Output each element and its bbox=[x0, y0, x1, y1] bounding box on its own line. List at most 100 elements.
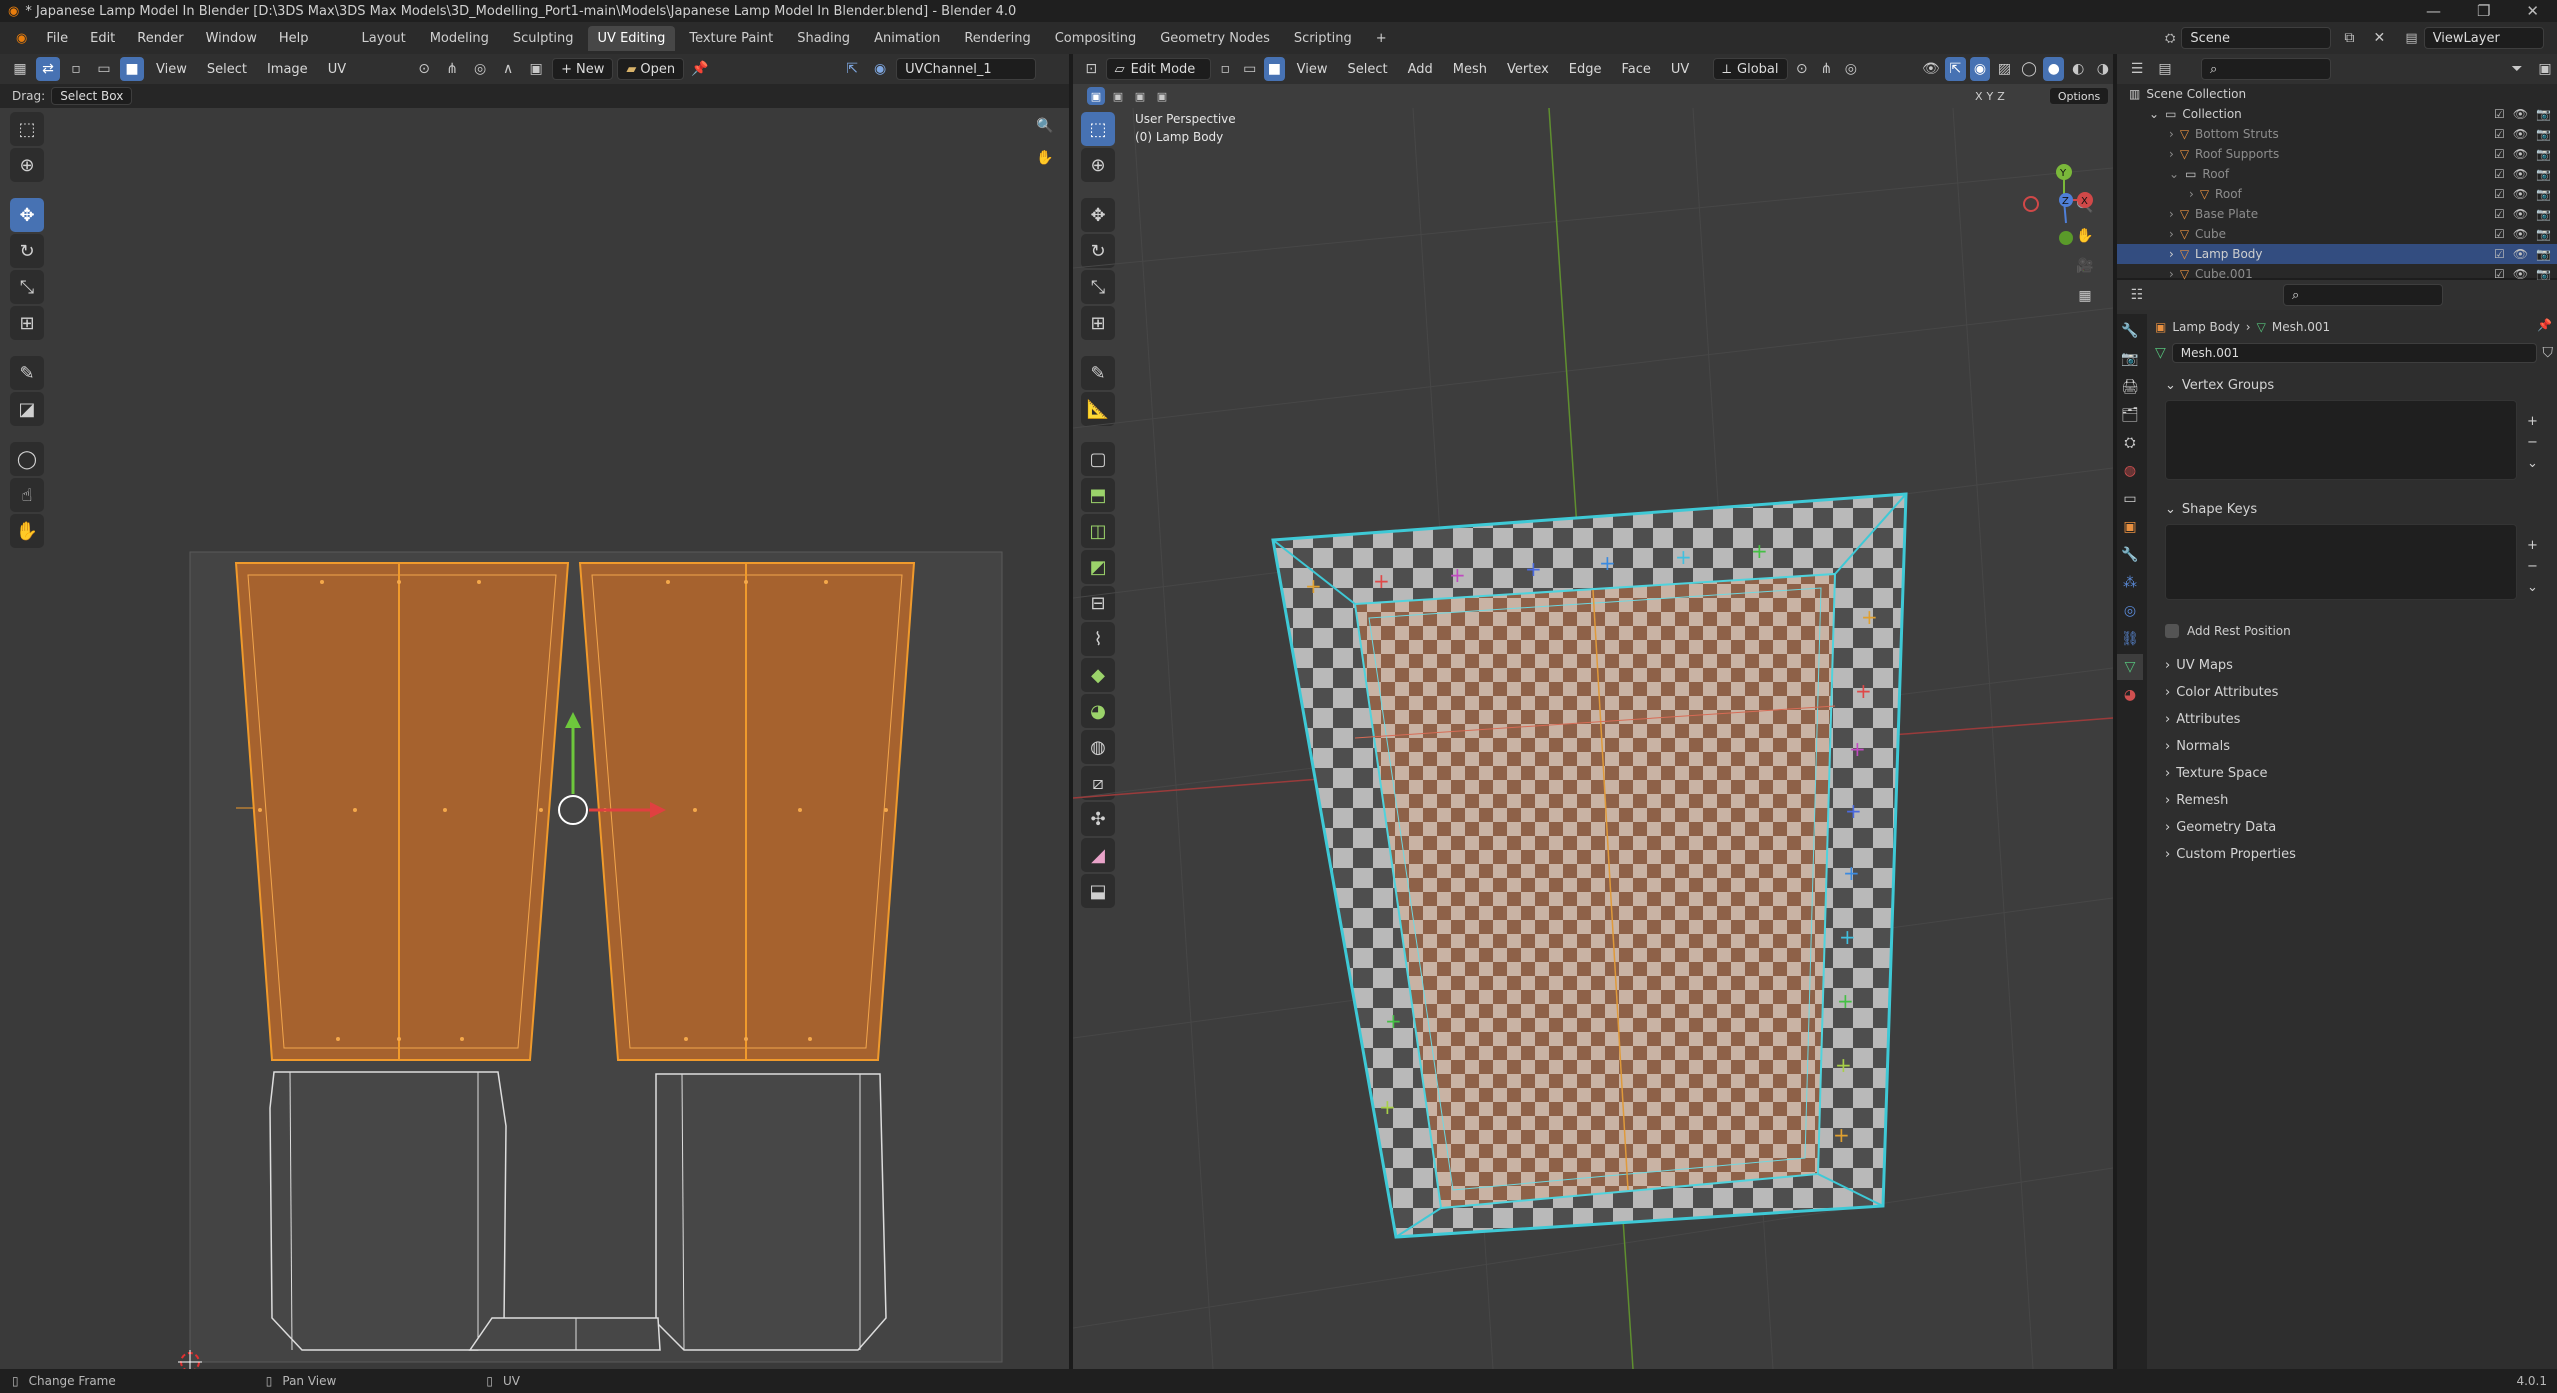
eye-icon[interactable]: 👁 bbox=[2513, 207, 2528, 221]
editor-type-icon[interactable]: ▦ bbox=[8, 57, 32, 81]
vp-menu-vertex[interactable]: Vertex bbox=[1499, 59, 1557, 80]
drag-mode-select[interactable]: Select Box bbox=[51, 87, 133, 105]
vp-menu-uv[interactable]: UV bbox=[1663, 59, 1697, 80]
tab-modeling[interactable]: Modeling bbox=[420, 26, 499, 51]
minimize-button[interactable]: — bbox=[2426, 2, 2441, 20]
expand-arrow-icon[interactable]: › bbox=[2169, 207, 2174, 221]
properties-panel-header[interactable]: › Remesh bbox=[2155, 787, 2553, 814]
vp-menu-view[interactable]: View bbox=[1289, 59, 1336, 80]
uv-menu-select[interactable]: Select bbox=[199, 59, 255, 80]
material-shading-icon[interactable]: ◐ bbox=[2068, 57, 2089, 81]
uv-island-unselected-right[interactable] bbox=[655, 1073, 887, 1351]
gizmo-icon[interactable]: ⇱ bbox=[1945, 57, 1966, 81]
render-shading-icon[interactable]: ◑ bbox=[2093, 57, 2113, 81]
physics-tab-icon[interactable]: ◎ bbox=[2117, 598, 2143, 624]
collection-tab-icon[interactable]: ▭ bbox=[2117, 486, 2143, 512]
expand-arrow-icon[interactable]: › bbox=[2189, 187, 2194, 201]
expand-arrow-icon[interactable]: › bbox=[2169, 247, 2174, 261]
shape-keys-list[interactable] bbox=[2165, 524, 2517, 600]
tab-compositing[interactable]: Compositing bbox=[1045, 26, 1147, 51]
object-tab-icon[interactable]: ▣ bbox=[2117, 514, 2143, 540]
view-layer-field[interactable]: ViewLayer bbox=[2423, 27, 2544, 49]
outliner-row[interactable]: › ▽ Bottom Struts ☑ 👁 📷 bbox=[2117, 124, 2557, 144]
particles-tab-icon[interactable]: ⁂ bbox=[2117, 570, 2143, 596]
uv-menu-uv[interactable]: UV bbox=[320, 59, 354, 80]
outliner-search[interactable]: ⌕ bbox=[2201, 58, 2331, 80]
uv-island-selected-left[interactable] bbox=[234, 562, 570, 1061]
tab-sculpting[interactable]: Sculpting bbox=[503, 26, 584, 51]
viewport-scene[interactable]: + + + + + + + + + + + + + + + + + + Y X Z bbox=[1073, 108, 2113, 1369]
close-button[interactable]: ✕ bbox=[2526, 2, 2539, 20]
properties-panel-header[interactable]: › UV Maps bbox=[2155, 652, 2553, 679]
vertex-group-specials-icon[interactable]: ⌄ bbox=[2527, 456, 2538, 471]
camera-icon[interactable]: 📷 bbox=[2536, 267, 2551, 281]
output-tab-icon[interactable]: 🖨 bbox=[2117, 374, 2143, 400]
tab-rendering[interactable]: Rendering bbox=[954, 26, 1040, 51]
eye-icon[interactable]: 👁 bbox=[2513, 227, 2528, 241]
maximize-button[interactable]: ❐ bbox=[2477, 2, 2490, 20]
exclude-checkbox-icon[interactable]: ☑ bbox=[2494, 187, 2505, 201]
menu-file[interactable]: File bbox=[37, 27, 77, 50]
remove-shape-key-button[interactable]: − bbox=[2527, 559, 2538, 574]
open-image-button[interactable]: ▰ Open bbox=[617, 58, 685, 80]
navigation-gizmo[interactable]: Y X Z bbox=[2023, 164, 2093, 245]
select-subtract-icon[interactable]: ▣ bbox=[1131, 87, 1149, 105]
view-layer-tab-icon[interactable]: 🗂 bbox=[2117, 402, 2143, 428]
vp-menu-select[interactable]: Select bbox=[1339, 59, 1395, 80]
properties-search[interactable]: ⌕ bbox=[2283, 284, 2443, 306]
outliner-row[interactable]: › ▽ Cube ☑ 👁 📷 bbox=[2117, 224, 2557, 244]
vertex-groups-list[interactable] bbox=[2165, 400, 2517, 480]
eye-icon[interactable]: 👁 bbox=[2513, 267, 2528, 281]
eye-icon[interactable]: 👁 bbox=[2513, 187, 2528, 201]
expand-arrow-icon[interactable]: › bbox=[2169, 127, 2174, 141]
vertex-groups-panel-header[interactable]: ⌄ Vertex Groups bbox=[2155, 372, 2553, 399]
uv-island-unselected-left[interactable] bbox=[269, 1071, 507, 1351]
proportional-icon[interactable]: ◎ bbox=[1841, 57, 1862, 81]
face-select-icon[interactable]: ■ bbox=[120, 57, 144, 81]
outliner-row[interactable]: › ▽ Base Plate ☑ 👁 📷 bbox=[2117, 204, 2557, 224]
vp-menu-face[interactable]: Face bbox=[1614, 59, 1659, 80]
camera-icon[interactable]: 📷 bbox=[2536, 127, 2551, 141]
outliner-row[interactable]: › ▽ Roof ☑ 👁 📷 bbox=[2117, 184, 2557, 204]
expand-arrow-icon[interactable]: › bbox=[2169, 147, 2174, 161]
mirror-y-button[interactable]: Y bbox=[1987, 90, 1994, 103]
exclude-checkbox-icon[interactable]: ☑ bbox=[2494, 227, 2505, 241]
falloff-icon[interactable]: ∧ bbox=[496, 57, 520, 81]
new-scene-icon[interactable]: ⧉ bbox=[2337, 26, 2361, 50]
shape-keys-panel-header[interactable]: ⌄ Shape Keys bbox=[2155, 496, 2553, 523]
add-workspace-button[interactable]: + bbox=[1366, 26, 1397, 51]
mesh-browse-icon[interactable]: ▽ bbox=[2155, 345, 2166, 361]
camera-icon[interactable]: 📷 bbox=[2536, 107, 2551, 121]
exclude-checkbox-icon[interactable]: ☑ bbox=[2494, 167, 2505, 181]
vp-menu-mesh[interactable]: Mesh bbox=[1445, 59, 1495, 80]
tab-uv-editing[interactable]: UV Editing bbox=[587, 25, 676, 51]
modifier-tab-icon[interactable]: 🔧 bbox=[2117, 542, 2143, 568]
eye-icon[interactable]: 👁 bbox=[2513, 167, 2528, 181]
mirror-x-button[interactable]: X bbox=[1975, 90, 1983, 103]
new-view-layer-icon[interactable]: ⧉ bbox=[2550, 26, 2557, 50]
overlays-icon[interactable]: ◉ bbox=[1969, 57, 1991, 81]
menu-edit[interactable]: Edit bbox=[81, 27, 124, 50]
expand-arrow-icon[interactable]: › bbox=[2169, 227, 2174, 241]
delete-scene-icon[interactable]: ✕ bbox=[2367, 26, 2391, 50]
filter-icon[interactable]: ⏷ bbox=[2505, 57, 2529, 81]
expand-arrow-icon[interactable]: › bbox=[2169, 267, 2174, 281]
exclude-checkbox-icon[interactable]: ☑ bbox=[2494, 147, 2505, 161]
outliner-row[interactable]: › ▽ Roof Supports ☑ 👁 📷 bbox=[2117, 144, 2557, 164]
image-browse-icon[interactable]: ▣ bbox=[524, 57, 548, 81]
uv-sync-icon[interactable]: ⇄ bbox=[36, 57, 60, 81]
uv-map-field[interactable]: UVChannel_1 bbox=[896, 58, 1037, 80]
shape-key-specials-icon[interactable]: ⌄ bbox=[2527, 580, 2538, 595]
solid-shading-icon[interactable]: ● bbox=[2043, 57, 2064, 81]
tab-texture-paint[interactable]: Texture Paint bbox=[679, 26, 783, 51]
add-rest-position-checkbox[interactable] bbox=[2165, 624, 2179, 638]
remove-vertex-group-button[interactable]: − bbox=[2527, 435, 2538, 450]
pivot-point-icon[interactable]: ⊙ bbox=[1792, 57, 1813, 81]
exclude-checkbox-icon[interactable]: ☑ bbox=[2494, 267, 2505, 281]
snap-icon[interactable]: ⋔ bbox=[440, 57, 464, 81]
xray-icon[interactable]: ▨ bbox=[1994, 57, 2015, 81]
options-dropdown[interactable]: Options bbox=[2048, 87, 2110, 105]
expand-arrow-icon[interactable]: ⌄ bbox=[2149, 107, 2159, 121]
vp-menu-edge[interactable]: Edge bbox=[1561, 59, 1610, 80]
edge-select-icon[interactable]: ▭ bbox=[92, 57, 116, 81]
